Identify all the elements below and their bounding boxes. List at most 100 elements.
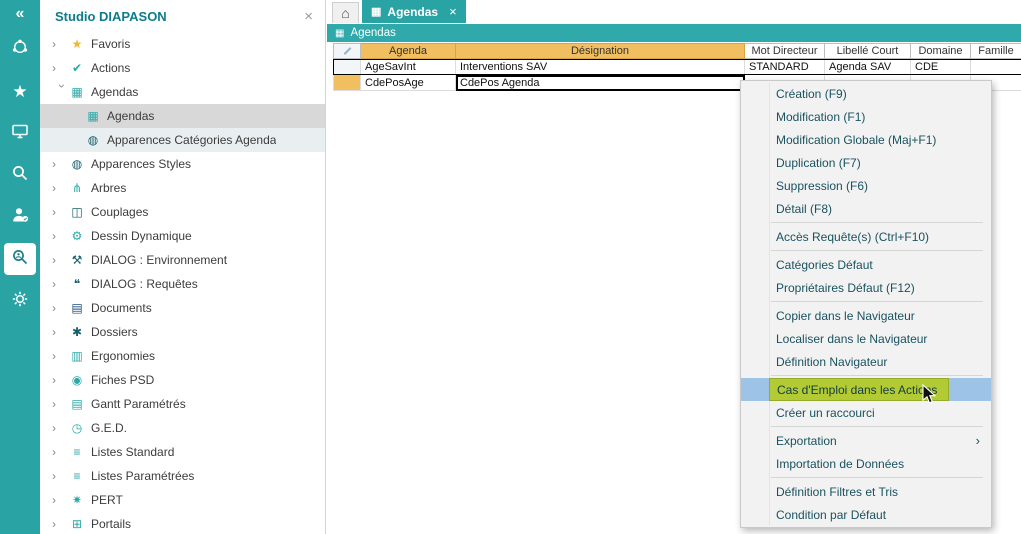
sidebar-item-label: Listes Paramétrées [91,469,194,483]
menu-item-definition-filtres-tris[interactable]: Définition Filtres et Tris [741,480,991,503]
chevron-right-icon: › [52,301,68,315]
nav-explorer-button[interactable] [0,238,40,280]
menu-item-highlight: Cas d'Emploi dans les Actions [769,378,949,401]
menu-item-suppression[interactable]: Suppression (F6) [741,174,991,197]
chevrons-left-icon: « [16,5,25,23]
calendar-icon: ▦ [335,28,344,39]
cell-agenda[interactable]: AgeSavInt [361,59,456,75]
sidebar-item-favoris[interactable]: › ★ Favoris [40,32,325,56]
menu-item-label: Copier dans le Navigateur [776,309,915,323]
sidebar-item-label: PERT [91,493,123,507]
sidebar-item-label: Listes Standard [91,445,174,459]
menu-item-proprietaires-defaut[interactable]: Propriétaires Défaut (F12) [741,276,991,299]
sidebar-item-listes-parametrees[interactable]: › ≡ Listes Paramétrées [40,464,325,488]
menu-item-acces-requetes[interactable]: Accès Requête(s) (Ctrl+F10) [741,225,991,248]
cell-designation-editing[interactable]: CdePos Agenda [456,75,745,91]
cell-designation[interactable]: Interventions SAV [456,59,745,75]
layout-icon: ▥ [68,349,86,363]
tab-bar: ⌂ ▦ Agendas × [327,0,1021,23]
table-icon: ◫ [68,205,86,219]
menu-item-copier-navigateur[interactable]: Copier dans le Navigateur [741,304,991,327]
globe-icon: ◍ [68,157,86,171]
cell-libelle-court[interactable]: Agenda SAV [825,59,911,75]
table-row[interactable]: AgeSavInt Interventions SAV STANDARD Age… [333,59,1021,75]
sidebar-item-apparences-styles[interactable]: › ◍ Apparences Styles [40,152,325,176]
nav-search-button[interactable] [0,154,40,196]
sidebar-item-actions[interactable]: › ✔ Actions [40,56,325,80]
menu-item-label: Définition Navigateur [776,355,887,369]
menu-item-importation-donnees[interactable]: Importation de Données [741,452,991,475]
sidebar-title: Studio DIAPASON [55,9,304,24]
sidebar-item-arbres[interactable]: › ⋔ Arbres [40,176,325,200]
sidebar-item-documents[interactable]: › ▤ Documents [40,296,325,320]
table-header-libelle-court[interactable]: Libellé Court [825,43,911,59]
table-header-agenda[interactable]: Agenda [361,43,456,59]
sidebar-item-ged[interactable]: › ◷ G.E.D. [40,416,325,440]
nav-desktop-button[interactable] [0,112,40,154]
menu-item-label: Importation de Données [776,457,904,471]
chevron-right-icon: › [52,493,68,507]
chevron-right-icon: › [52,205,68,219]
cell-famille[interactable] [971,59,1021,75]
cell-agenda[interactable]: CdePosAge [361,75,456,91]
list-icon: ≡ [68,469,86,483]
sidebar-item-agendas-agendas[interactable]: ▦ Agendas [40,104,325,128]
collapse-sidebar-button[interactable]: « [0,0,40,28]
menu-item-detail[interactable]: Détail (F8) [741,197,991,220]
table-header-row: Agenda Désignation Mot Directeur Libellé… [333,43,1021,59]
tab-close-icon[interactable]: × [449,4,457,19]
speech-bubble-icon: ❝ [68,277,86,291]
menu-item-duplication[interactable]: Duplication (F7) [741,151,991,174]
table-header-mot-directeur[interactable]: Mot Directeur [745,43,825,59]
table-header-famille[interactable]: Famille [971,43,1021,59]
sidebar-item-pert[interactable]: › ✷ PERT [40,488,325,512]
sidebar-item-apparences-categories-agenda[interactable]: ◍ Apparences Catégories Agenda [40,128,325,152]
menu-item-categories-defaut[interactable]: Catégories Défaut [741,253,991,276]
sidebar-item-dossiers[interactable]: › ✱ Dossiers [40,320,325,344]
nav-user-button[interactable] [0,196,40,238]
sidebar-item-portails[interactable]: › ⊞ Portails [40,512,325,534]
gear-icon [10,289,30,314]
clock-icon: ◷ [68,421,86,435]
tab-home[interactable]: ⌂ [332,2,359,23]
row-marker-cell[interactable] [333,75,361,91]
sidebar-item-gantt-parametres[interactable]: › ▤ Gantt Paramétrés [40,392,325,416]
menu-item-condition-par-defaut[interactable]: Condition par Défaut [741,503,991,526]
menu-item-definition-navigateur[interactable]: Définition Navigateur [741,350,991,373]
nav-favorites-button[interactable]: ★ [0,70,40,112]
document-icon: ▤ [68,301,86,315]
cell-domaine[interactable]: CDE [911,59,971,75]
menu-item-label: Catégories Défaut [776,258,873,272]
sidebar-item-couplages[interactable]: › ◫ Couplages [40,200,325,224]
chevron-right-icon: › [52,253,68,267]
menu-item-localiser-navigateur[interactable]: Localiser dans le Navigateur [741,327,991,350]
menu-item-modification[interactable]: Modification (F1) [741,105,991,128]
sidebar-item-label: Favoris [91,37,130,51]
sidebar-item-fiches-psd[interactable]: › ◉ Fiches PSD [40,368,325,392]
sidebar-item-dialog-environnement[interactable]: › ⚒ DIALOG : Environnement [40,248,325,272]
menu-item-exportation[interactable]: Exportation › [741,429,991,452]
chevron-right-icon: › [52,445,68,459]
row-marker-cell[interactable] [333,59,361,75]
table-header-domaine[interactable]: Domaine [911,43,971,59]
menu-item-label: Propriétaires Défaut (F12) [776,281,915,295]
table-header-designation[interactable]: Désignation [456,43,745,59]
chevron-right-icon: › [52,325,68,339]
sidebar-close-icon[interactable]: × [304,8,313,25]
menu-item-creer-raccourci[interactable]: Créer un raccourci [741,401,991,424]
sidebar-item-dialog-requetes[interactable]: › ❝ DIALOG : Requêtes [40,272,325,296]
nav-apps-button[interactable] [0,28,40,70]
menu-item-cas-emploi-actions[interactable]: Cas d'Emploi dans les Actions [741,378,991,401]
sidebar-item-agendas[interactable]: › ▦ Agendas [40,80,325,104]
tab-agendas[interactable]: ▦ Agendas × [362,0,466,23]
nav-settings-button[interactable] [0,280,40,322]
menu-item-modification-globale[interactable]: Modification Globale (Maj+F1) [741,128,991,151]
sidebar-item-dessin-dynamique[interactable]: › ⚙ Dessin Dynamique [40,224,325,248]
menu-item-creation[interactable]: Création (F9) [741,82,991,105]
gear-icon: ⚙ [68,229,86,243]
sidebar-item-listes-standard[interactable]: › ≡ Listes Standard [40,440,325,464]
cell-mot-directeur[interactable]: STANDARD [745,59,825,75]
table-corner-cell[interactable] [333,43,361,59]
network-icon: ✷ [68,493,86,507]
sidebar-item-ergonomies[interactable]: › ▥ Ergonomies [40,344,325,368]
